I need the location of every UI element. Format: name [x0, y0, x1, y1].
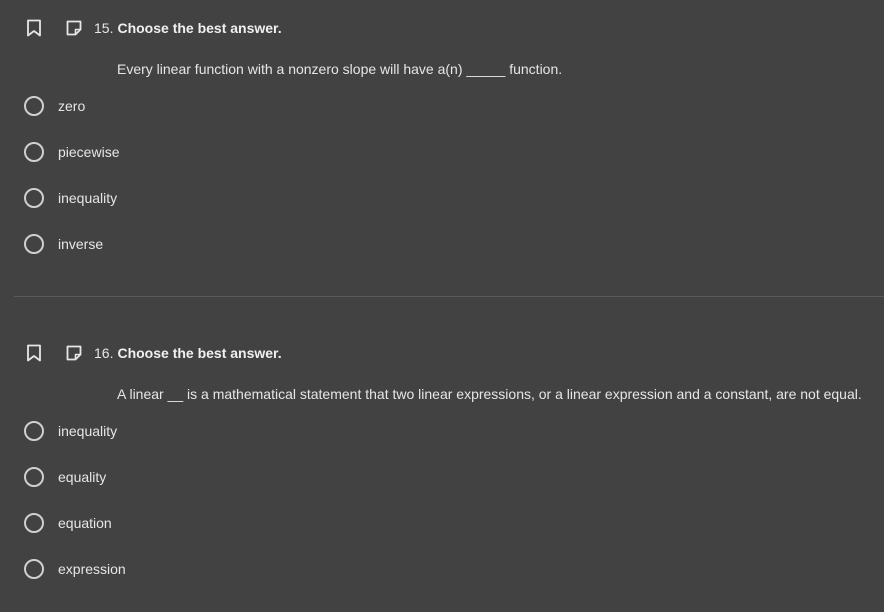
- answer-option-inequality[interactable]: inequality: [24, 187, 119, 209]
- option-label: inverse: [58, 236, 104, 252]
- option-label: expression: [58, 561, 126, 577]
- radio-button[interactable]: [24, 96, 44, 116]
- option-label: piecewise: [58, 144, 120, 160]
- answer-option-equation[interactable]: equation: [24, 512, 126, 534]
- question-instruction: Choose the best answer.: [117, 345, 282, 361]
- option-label: zero: [58, 98, 86, 114]
- radio-button[interactable]: [24, 142, 44, 162]
- answer-option-inequality[interactable]: inequality: [24, 420, 126, 442]
- option-label: equation: [58, 515, 112, 531]
- question-number: 15.: [94, 20, 114, 36]
- question-stem: Every linear function with a nonzero slo…: [117, 61, 563, 77]
- question-number: 16.: [94, 345, 114, 361]
- question-header: 16. Choose the best answer.: [24, 341, 282, 365]
- answer-option-zero[interactable]: zero: [24, 95, 119, 117]
- question-header: 15. Choose the best answer.: [24, 16, 282, 40]
- option-label: equality: [58, 469, 107, 485]
- question-divider: [14, 296, 884, 297]
- radio-button[interactable]: [24, 467, 44, 487]
- bookmark-icon[interactable]: [24, 18, 44, 38]
- question-stem: A linear __ is a mathematical statement …: [117, 386, 862, 402]
- note-icon[interactable]: [64, 18, 84, 38]
- radio-button[interactable]: [24, 421, 44, 441]
- radio-button[interactable]: [24, 513, 44, 533]
- radio-button[interactable]: [24, 188, 44, 208]
- answer-options: zero piecewise inequality inverse: [24, 95, 119, 279]
- radio-button[interactable]: [24, 559, 44, 579]
- answer-option-piecewise[interactable]: piecewise: [24, 141, 119, 163]
- option-label: inequality: [58, 423, 118, 439]
- bookmark-icon[interactable]: [24, 343, 44, 363]
- answer-option-inverse[interactable]: inverse: [24, 233, 119, 255]
- answer-option-expression[interactable]: expression: [24, 558, 126, 580]
- question-instruction: Choose the best answer.: [117, 20, 282, 36]
- option-label: inequality: [58, 190, 118, 206]
- radio-button[interactable]: [24, 234, 44, 254]
- note-icon[interactable]: [64, 343, 84, 363]
- answer-option-equality[interactable]: equality: [24, 466, 126, 488]
- answer-options: inequality equality equation expression: [24, 420, 126, 604]
